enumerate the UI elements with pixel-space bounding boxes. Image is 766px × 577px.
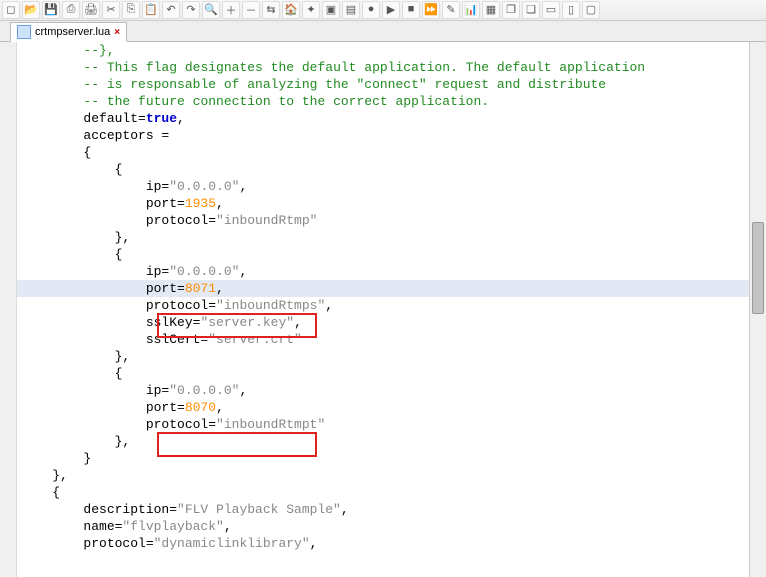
tab-filename-label: crtmpserver.lua — [35, 26, 110, 38]
print-icon[interactable]: 🖨 — [82, 1, 100, 19]
paste-icon[interactable]: 📋 — [142, 1, 160, 19]
code-editor[interactable]: --}, -- This flag designates the default… — [17, 42, 766, 577]
win4-icon[interactable]: ▯ — [562, 1, 580, 19]
code-line: }, — [17, 348, 766, 365]
code-line: port=1935, — [17, 195, 766, 212]
code-line-highlighted: port=8071, — [17, 280, 766, 297]
code-line: { — [17, 484, 766, 501]
editor-area: --}, -- This flag designates the default… — [0, 42, 766, 577]
left-gutter — [0, 42, 17, 577]
play-icon[interactable]: ▶ — [382, 1, 400, 19]
code-line: { — [17, 365, 766, 382]
code-line: }, — [17, 229, 766, 246]
nav2-icon[interactable]: ▤ — [342, 1, 360, 19]
code-line: default=true, — [17, 110, 766, 127]
close-icon[interactable]: × — [114, 27, 120, 38]
toolbar: ◻ 📂 💾 ⎙ 🖨 ✂ ⎘ 📋 ↶ ↷ 🔍 ＋ － ⇆ 🏠 ✦ ▣ ▤ ● ▶ … — [0, 0, 766, 21]
win1-icon[interactable]: ❐ — [502, 1, 520, 19]
ff-icon[interactable]: ⏩ — [422, 1, 440, 19]
vertical-scrollbar[interactable] — [749, 42, 766, 577]
code-line: name="flvplayback", — [17, 518, 766, 535]
undo-icon[interactable]: ↶ — [162, 1, 180, 19]
tab-bar: crtmpserver.lua × — [0, 21, 766, 42]
code-line: }, — [17, 433, 766, 450]
sync-icon[interactable]: ⇆ — [262, 1, 280, 19]
code-line: ip="0.0.0.0", — [17, 178, 766, 195]
stop-icon[interactable]: ■ — [402, 1, 420, 19]
zoomout-icon[interactable]: － — [242, 1, 260, 19]
win3-icon[interactable]: ▭ — [542, 1, 560, 19]
code-line: protocol="dynamiclinklibrary", — [17, 535, 766, 552]
lua-file-icon — [17, 25, 31, 39]
code-line: sslCert="server.crt" — [17, 331, 766, 348]
code-line: acceptors = — [17, 127, 766, 144]
win5-icon[interactable]: ▢ — [582, 1, 600, 19]
code-line: port=8070, — [17, 399, 766, 416]
saveall-icon[interactable]: ⎙ — [62, 1, 80, 19]
open-icon[interactable]: 📂 — [22, 1, 40, 19]
cut-icon[interactable]: ✂ — [102, 1, 120, 19]
tab-file[interactable]: crtmpserver.lua × — [10, 22, 127, 42]
scrollbar-thumb[interactable] — [752, 222, 764, 314]
code-line: { — [17, 246, 766, 263]
code-line: } — [17, 450, 766, 467]
code-line: ip="0.0.0.0", — [17, 263, 766, 280]
chart-icon[interactable]: 📊 — [462, 1, 480, 19]
code-line: protocol="inboundRtmpt" — [17, 416, 766, 433]
code-line: description="FLV Playback Sample", — [17, 501, 766, 518]
grid-icon[interactable]: ▦ — [482, 1, 500, 19]
nav1-icon[interactable]: ▣ — [322, 1, 340, 19]
toggle-icon[interactable]: ✦ — [302, 1, 320, 19]
zoomin-icon[interactable]: ＋ — [222, 1, 240, 19]
copy-icon[interactable]: ⎘ — [122, 1, 140, 19]
code-line: { — [17, 161, 766, 178]
code-line: sslKey="server.key", — [17, 314, 766, 331]
code-line: { — [17, 144, 766, 161]
search-icon[interactable]: 🔍 — [202, 1, 220, 19]
win2-icon[interactable]: ❏ — [522, 1, 540, 19]
record-icon[interactable]: ● — [362, 1, 380, 19]
redo-icon[interactable]: ↷ — [182, 1, 200, 19]
code-line: --}, — [17, 42, 766, 59]
home-icon[interactable]: 🏠 — [282, 1, 300, 19]
save-icon[interactable]: 💾 — [42, 1, 60, 19]
new-icon[interactable]: ◻ — [2, 1, 20, 19]
code-line: -- is responsable of analyzing the "conn… — [17, 76, 766, 93]
code-line: -- the future connection to the correct … — [17, 93, 766, 110]
code-line: ip="0.0.0.0", — [17, 382, 766, 399]
code-line: -- This flag designates the default appl… — [17, 59, 766, 76]
picker-icon[interactable]: ✎ — [442, 1, 460, 19]
code-line: protocol="inboundRtmp" — [17, 212, 766, 229]
code-line: protocol="inboundRtmps", — [17, 297, 766, 314]
code-line: }, — [17, 467, 766, 484]
